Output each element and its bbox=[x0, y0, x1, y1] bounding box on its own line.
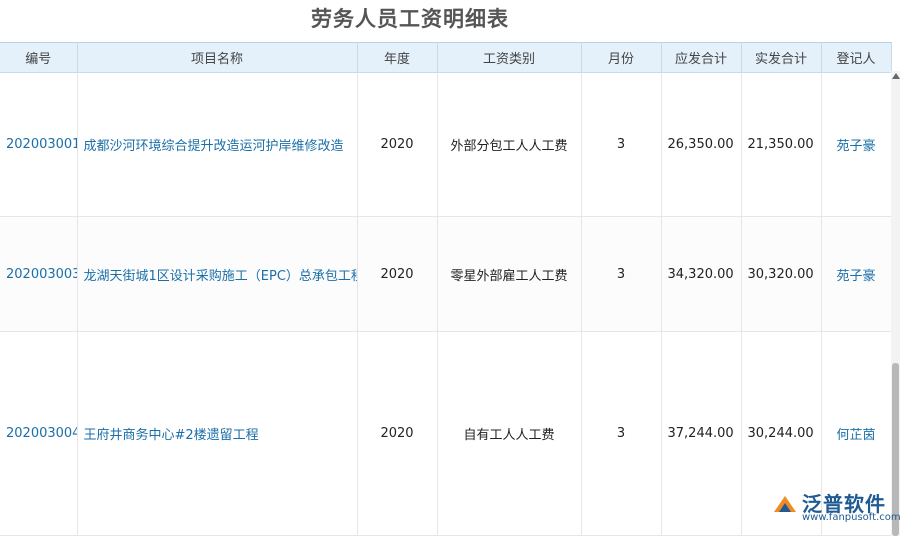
brand-url: www.fanpusoft.com bbox=[802, 512, 900, 523]
page-title: 劳务人员工资明细表 bbox=[311, 7, 509, 31]
cell-registrar[interactable]: 苑子豪 bbox=[821, 216, 892, 332]
table-row[interactable]: 202003004 王府井商务中心#2楼遗留工程 2020 自有工人人工费 3 … bbox=[0, 331, 892, 536]
cell-payable: 37,244.00 bbox=[661, 331, 742, 536]
wage-table: 编号 项目名称 年度 工资类别 月份 应发合计 实发合计 登记人 2020030… bbox=[0, 42, 892, 536]
column-header-paid[interactable]: 实发合计 bbox=[741, 42, 822, 73]
scroll-thumb[interactable] bbox=[892, 363, 899, 536]
cell-code[interactable]: 202003004 bbox=[0, 331, 78, 536]
cell-registrar[interactable]: 苑子豪 bbox=[821, 72, 892, 217]
cell-month: 3 bbox=[581, 216, 662, 332]
cell-project[interactable]: 龙湖天街城1区设计采购施工（EPC）总承包工程 bbox=[77, 216, 358, 332]
cell-category: 零星外部雇工人工费 bbox=[437, 216, 582, 332]
column-header-year[interactable]: 年度 bbox=[357, 42, 438, 73]
table-row[interactable]: 202003003 龙湖天街城1区设计采购施工（EPC）总承包工程 2020 零… bbox=[0, 216, 892, 332]
cell-category: 外部分包工人人工费 bbox=[437, 72, 582, 217]
cell-month: 3 bbox=[581, 72, 662, 217]
wage-detail-grid: 编号 项目名称 年度 工资类别 月份 应发合计 实发合计 登记人 2020030… bbox=[0, 42, 900, 536]
cell-month: 3 bbox=[581, 331, 662, 536]
cell-year: 2020 bbox=[357, 216, 438, 332]
fanpu-logo-icon bbox=[774, 496, 796, 512]
cell-payable: 26,350.00 bbox=[661, 72, 742, 217]
column-header-code[interactable]: 编号 bbox=[0, 42, 78, 73]
brand-logo: 泛普软件 www.fanpusoft.com bbox=[772, 488, 900, 528]
cell-payable: 34,320.00 bbox=[661, 216, 742, 332]
column-header-category[interactable]: 工资类别 bbox=[437, 42, 582, 73]
cell-year: 2020 bbox=[357, 72, 438, 217]
header-row: 编号 项目名称 年度 工资类别 月份 应发合计 实发合计 登记人 bbox=[0, 42, 892, 73]
column-header-month[interactable]: 月份 bbox=[581, 42, 662, 73]
column-header-registrar[interactable]: 登记人 bbox=[821, 42, 892, 73]
cell-year: 2020 bbox=[357, 331, 438, 536]
column-header-project[interactable]: 项目名称 bbox=[77, 42, 358, 73]
cell-paid: 21,350.00 bbox=[741, 72, 822, 217]
vertical-scrollbar[interactable] bbox=[891, 71, 900, 536]
scroll-up-arrow-icon[interactable] bbox=[892, 73, 900, 79]
cell-project[interactable]: 成都沙河环境综合提升改造运河护岸维修改造 bbox=[77, 72, 358, 217]
cell-category: 自有工人人工费 bbox=[437, 331, 582, 536]
cell-project[interactable]: 王府井商务中心#2楼遗留工程 bbox=[77, 331, 358, 536]
column-header-payable[interactable]: 应发合计 bbox=[661, 42, 742, 73]
cell-code[interactable]: 202003003 bbox=[0, 216, 78, 332]
cell-code[interactable]: 202003001 bbox=[0, 72, 78, 217]
cell-paid: 30,320.00 bbox=[741, 216, 822, 332]
table-row[interactable]: 202003001 成都沙河环境综合提升改造运河护岸维修改造 2020 外部分包… bbox=[0, 72, 892, 217]
